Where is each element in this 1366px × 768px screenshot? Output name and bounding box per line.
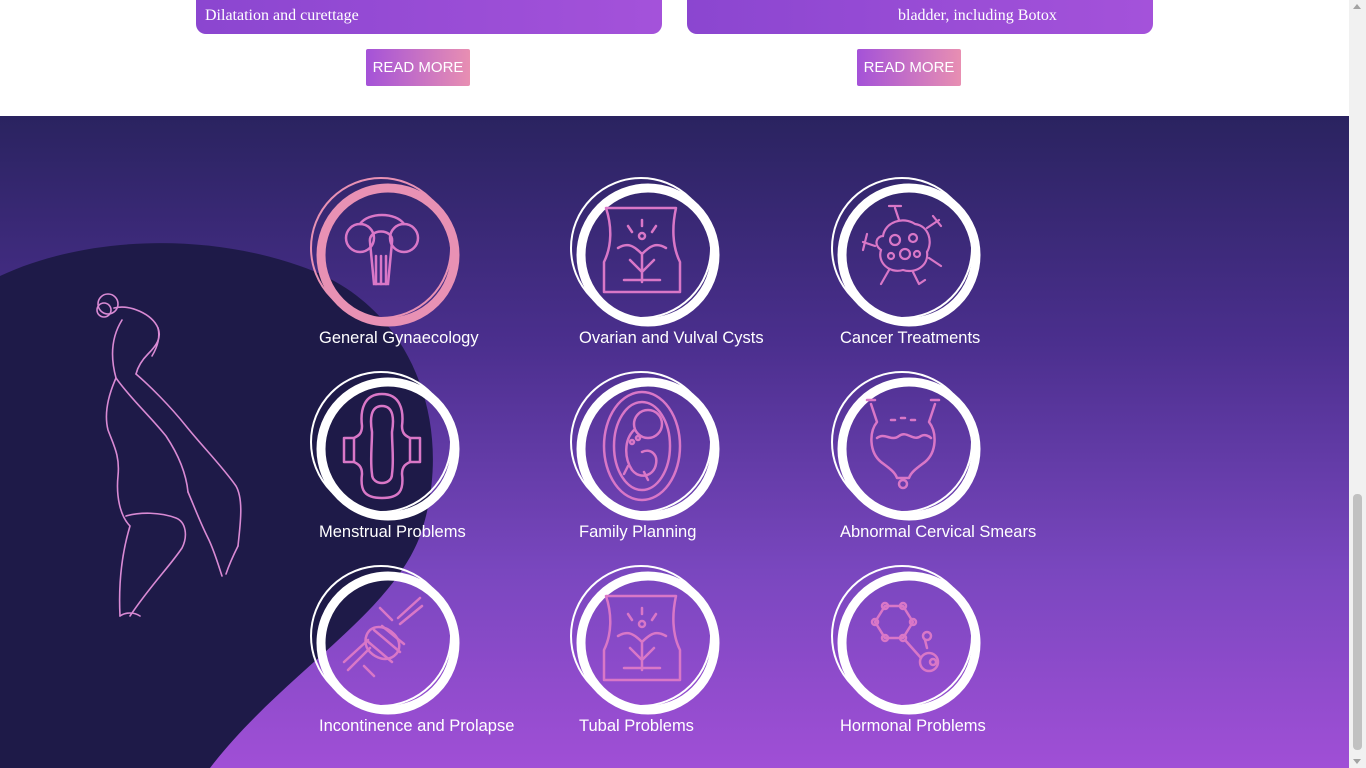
service-label: Abnormal Cervical Smears <box>840 523 1037 541</box>
page: Dilatation and curettage bladder, includ… <box>0 0 1349 768</box>
scrollbar-thumb[interactable] <box>1353 494 1362 750</box>
pelvis-icon <box>570 565 720 715</box>
sanitary-pad-icon <box>310 371 460 521</box>
fetus-icon <box>570 371 720 521</box>
scroll-up-icon[interactable] <box>1353 4 1361 9</box>
page-scrollbar[interactable] <box>1349 0 1366 768</box>
read-more-button-1[interactable]: READ MORE <box>366 49 470 86</box>
bladder-icon <box>831 371 981 521</box>
service-card-2: bladder, including Botox <box>687 0 1153 34</box>
service-label: Hormonal Problems <box>840 717 986 735</box>
card-2-text: bladder, including Botox <box>898 7 1057 24</box>
read-more-button-2[interactable]: READ MORE <box>857 49 961 86</box>
service-label: General Gynaecology <box>319 329 479 347</box>
cancer-cell-icon <box>831 177 981 327</box>
card-1-text: Dilatation and curettage <box>205 7 359 24</box>
knot-icon <box>310 565 460 715</box>
service-label: Family Planning <box>579 523 697 541</box>
pelvis-icon <box>570 177 720 327</box>
services-section: General Gynaecology Ovarian and Vulval C… <box>0 116 1349 768</box>
woman-figure-illustration <box>96 293 242 617</box>
service-card-1: Dilatation and curettage <box>196 0 662 34</box>
service-label: Ovarian and Vulval Cysts <box>579 329 764 347</box>
service-label: Cancer Treatments <box>840 329 981 347</box>
hormone-molecule-icon <box>831 565 981 715</box>
scroll-down-icon[interactable] <box>1353 759 1361 764</box>
uterus-icon <box>310 177 460 327</box>
service-label: Incontinence and Prolapse <box>319 717 515 735</box>
service-label: Menstrual Problems <box>319 523 466 541</box>
service-label: Tubal Problems <box>579 717 694 735</box>
